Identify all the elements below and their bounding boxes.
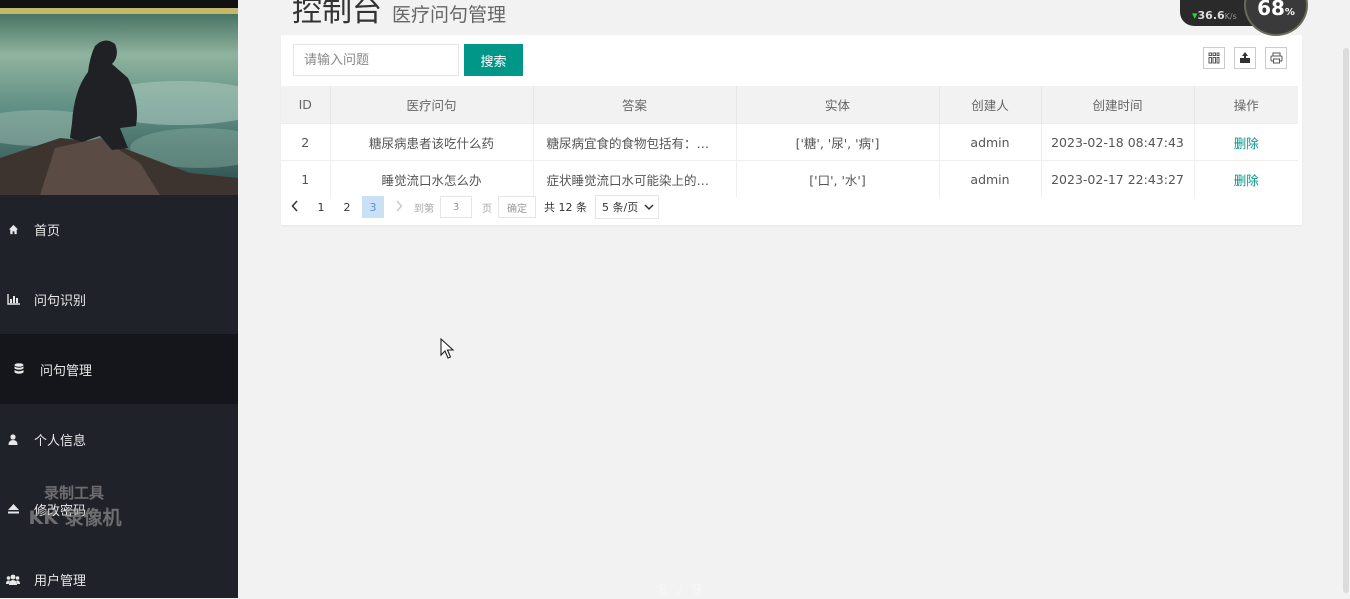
sidebar-item-recognition[interactable]: 问句识别 — [0, 264, 238, 334]
cell-creator: admin — [939, 160, 1042, 197]
network-speed: ▾36.6K/s — [1192, 9, 1237, 22]
data-table: ID 医疗问句 答案 实体 创建人 创建时间 操作 2 糖尿病患者该吃什么药 糖… — [281, 86, 1298, 197]
export-button[interactable] — [1234, 47, 1256, 69]
sidebar-banner-image — [0, 8, 238, 195]
column-header-id[interactable]: ID — [281, 86, 331, 124]
search-input[interactable] — [293, 44, 459, 76]
chevron-down-icon — [644, 201, 654, 214]
column-header-question[interactable]: 医疗问句 — [330, 86, 534, 124]
cell-entities: ['口', '水'] — [736, 160, 940, 197]
search-button[interactable]: 搜索 — [464, 44, 523, 76]
cpu-gauge: 68% — [1244, 0, 1308, 36]
sidebar-item-label: 个人信息 — [34, 433, 87, 449]
home-icon — [6, 222, 20, 236]
user-icon — [6, 432, 20, 446]
page-2[interactable]: 2 — [336, 196, 358, 218]
goto-label: 到第 — [414, 203, 434, 215]
columns-filter-button[interactable] — [1203, 47, 1225, 69]
vertical-scrollbar[interactable] — [1343, 48, 1349, 593]
table-header-row: ID 医疗问句 答案 实体 创建人 创建时间 操作 — [281, 86, 1298, 124]
sidebar-item-label: 修改密码 — [34, 503, 87, 519]
slide-page-indicator: 8 / 9 — [658, 580, 704, 599]
cell-question: 糖尿病患者该吃什么药 — [330, 123, 534, 161]
goto-page-input[interactable] — [440, 196, 472, 218]
page-1[interactable]: 1 — [310, 196, 332, 218]
mouse-cursor-icon — [440, 338, 455, 359]
print-button[interactable] — [1265, 47, 1287, 69]
network-speed-unit: K/s — [1224, 12, 1237, 21]
sidebar: 首页 问句识别 问句管理 个人信息 修改密码 用户管理 录制工具 KK 录像机 — [0, 0, 238, 598]
table-row[interactable]: 2 糖尿病患者该吃什么药 糖尿病宜食的食物包括有：茄... ['糖', '尿',… — [281, 123, 1298, 161]
goto-confirm-button[interactable]: 确定 — [498, 196, 536, 218]
page-title-main: 控制台 — [292, 0, 382, 29]
prev-page-button[interactable] — [284, 196, 306, 218]
sidebar-item-user-management[interactable]: 用户管理 — [0, 544, 238, 598]
pagination: 1 2 3 到第 页 确定 共 12 条 5 条/页 — [284, 195, 660, 219]
cell-created-at: 2023-02-17 22:43:27 — [1041, 160, 1195, 197]
page-title: 控制台 医疗问句管理 — [292, 0, 506, 35]
export-icon — [1239, 49, 1251, 68]
page-size-value: 5 条/页 — [602, 201, 639, 214]
next-page-button[interactable] — [388, 196, 410, 218]
columns-icon — [1208, 49, 1220, 68]
network-speed-value: 36.6 — [1197, 9, 1225, 22]
cell-entities: ['糖', '尿', '病'] — [736, 123, 940, 161]
sidebar-item-label: 用户管理 — [34, 573, 87, 589]
page-size-select[interactable]: 5 条/页 — [595, 195, 660, 219]
cell-answer: 糖尿病宜食的食物包括有：茄... — [533, 123, 737, 161]
bar-chart-icon — [6, 292, 20, 306]
sidebar-item-label: 问句识别 — [34, 293, 87, 309]
print-icon — [1270, 49, 1283, 68]
cell-id: 2 — [281, 123, 331, 161]
eject-icon — [6, 502, 20, 516]
sidebar-item-profile[interactable]: 个人信息 — [0, 404, 238, 474]
column-header-created-at[interactable]: 创建时间 — [1041, 86, 1195, 124]
column-header-creator[interactable]: 创建人 — [939, 86, 1042, 124]
cpu-gauge-value: 68 — [1257, 0, 1285, 20]
sidebar-item-label: 首页 — [34, 223, 61, 239]
chevron-left-icon — [291, 199, 299, 215]
table-row[interactable]: 1 睡觉流口水怎么办 症状睡觉流口水可能染上的疾... ['口', '水'] a… — [281, 160, 1298, 197]
sidebar-item-home[interactable]: 首页 — [0, 194, 238, 264]
cell-answer: 症状睡觉流口水可能染上的疾... — [533, 160, 737, 197]
users-icon — [6, 572, 20, 586]
cell-created-at: 2023-02-18 08:47:43 — [1041, 123, 1195, 161]
sidebar-item-question-management[interactable]: 问句管理 — [0, 334, 238, 404]
column-header-answer[interactable]: 答案 — [533, 86, 737, 124]
cell-id: 1 — [281, 160, 331, 197]
delete-link[interactable]: 删除 — [1194, 160, 1298, 197]
page-3-current[interactable]: 3 — [362, 196, 384, 218]
cpu-gauge-unit: % — [1284, 7, 1295, 18]
total-count: 共 12 条 — [544, 201, 587, 214]
database-icon — [12, 362, 26, 376]
sidebar-top-strip — [0, 0, 238, 8]
page-unit-label: 页 — [482, 203, 492, 215]
sidebar-item-change-password[interactable]: 修改密码 — [0, 474, 238, 544]
column-header-actions: 操作 — [1194, 86, 1298, 124]
delete-link[interactable]: 删除 — [1194, 123, 1298, 161]
page-subtitle: 医疗问句管理 — [392, 4, 507, 26]
sidebar-item-label: 问句管理 — [40, 363, 93, 379]
cell-creator: admin — [939, 123, 1042, 161]
column-header-entities[interactable]: 实体 — [736, 86, 940, 124]
chevron-right-icon — [395, 199, 403, 215]
cell-question: 睡觉流口水怎么办 — [330, 160, 534, 197]
